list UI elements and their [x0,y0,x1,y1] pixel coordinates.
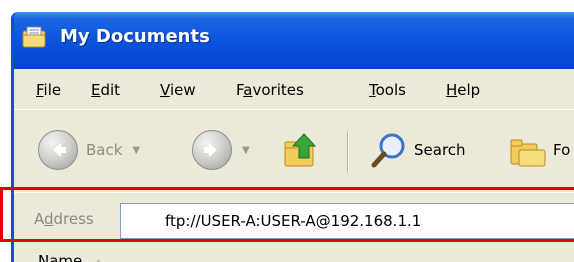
search-button[interactable]: Search [370,128,466,172]
toolbar-separator [347,132,348,172]
title-bar[interactable]: My Documents [14,12,574,69]
menu-help[interactable]: Help [446,81,480,99]
address-value[interactable]: ftp://USER-A:USER-A@192.168.1.1 [165,212,421,230]
column-header-name[interactable]: Name▲ [38,252,103,262]
back-dropdown-icon[interactable]: ▼ [132,145,140,156]
address-input[interactable]: ftp://USER-A:USER-A@192.168.1.1 [120,203,574,239]
address-label: Address [34,210,94,228]
back-button[interactable]: Back ▼ [38,128,140,172]
toolbar: Back ▼ ▼ Search Fo [14,110,574,192]
list-header: Name▲ [14,250,574,262]
menu-bar: File Edit View Favorites Tools Help [14,69,574,110]
menu-view[interactable]: View [160,81,196,99]
forward-arrow-icon [192,130,232,170]
up-folder-icon [284,133,317,167]
up-folder-button[interactable] [282,128,322,172]
explorer-window: My Documents File Edit View Favorites To… [11,12,574,262]
menu-tools[interactable]: Tools [369,81,406,99]
folder-documents-icon [22,26,46,48]
forward-button[interactable]: ▼ [192,128,250,172]
menu-favorites[interactable]: Favorites [236,81,304,99]
window-title: My Documents [60,26,210,47]
address-bar: Address ftp://USER-A:USER-A@192.168.1.1 [14,192,574,251]
menu-file[interactable]: File [36,81,61,99]
folders-button[interactable]: Fo [509,128,570,172]
forward-dropdown-icon[interactable]: ▼ [242,145,250,156]
folders-icon [510,139,546,167]
sort-ascending-icon: ▲ [94,256,102,262]
back-arrow-icon [38,130,78,170]
search-magnifier-icon [371,133,405,168]
menu-edit[interactable]: Edit [91,81,120,99]
